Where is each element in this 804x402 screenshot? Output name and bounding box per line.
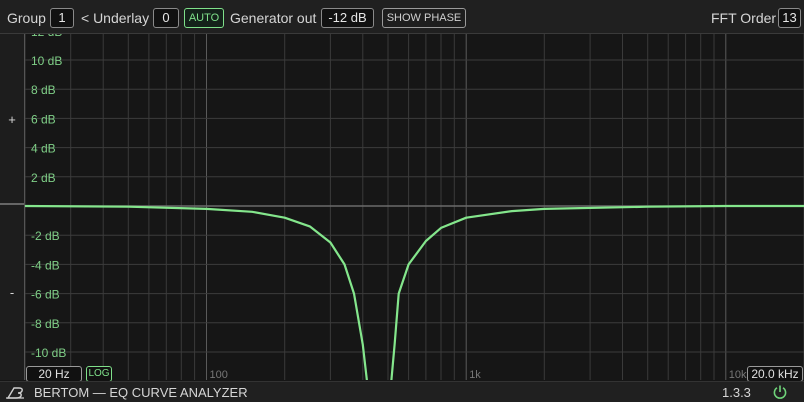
product-title: BERTOM — EQ CURVE ANALYZER (34, 385, 248, 400)
y-tick-label: 8 dB (31, 83, 56, 97)
version-label: 1.3.3 (722, 385, 751, 400)
zoom-out-area[interactable]: - (0, 205, 24, 380)
y-tick-label: 10 dB (31, 54, 62, 68)
underlay-field[interactable]: 0 (153, 8, 179, 28)
y-tick-label: -2 dB (31, 229, 60, 243)
gain-range-strip: + - (0, 34, 25, 380)
y-tick-label: 6 dB (31, 112, 56, 126)
group-field[interactable]: 1 (50, 8, 74, 28)
min-frequency-field[interactable]: 20 Hz (26, 366, 82, 382)
auto-toggle[interactable]: AUTO (184, 8, 224, 28)
y-tick-label: -6 dB (31, 288, 60, 302)
show-phase-button[interactable]: SHOW PHASE (382, 8, 466, 28)
eq-response-curve (25, 204, 804, 380)
footer-bar: BERTOM — EQ CURVE ANALYZER 1.3.3 (0, 381, 804, 402)
power-icon[interactable] (772, 384, 788, 400)
zoom-out-icon[interactable]: - (0, 285, 24, 300)
eq-curve-plot[interactable]: 12 dB 10 dB 8 dB 6 dB 4 dB 2 dB -2 dB -4 dB -6 d… (25, 34, 804, 380)
group-label: Group (7, 10, 46, 26)
bertom-logo-icon (6, 387, 24, 399)
log-scale-toggle[interactable]: LOG (86, 366, 112, 382)
y-tick-label: -10 dB (31, 346, 66, 360)
underlay-label[interactable]: < Underlay (81, 10, 149, 26)
generator-level-field[interactable]: -12 dB (321, 8, 374, 28)
x-tick-label: 10k (729, 369, 747, 380)
zoom-in-area[interactable]: + (0, 34, 24, 205)
x-tick-label: 1k (469, 369, 481, 380)
x-tick-label: 100 (210, 369, 228, 380)
zoom-in-icon[interactable]: + (0, 112, 24, 127)
x-axis-labels: 100 1k 10k (210, 369, 748, 380)
y-tick-label: 2 dB (31, 171, 56, 185)
y-tick-label: 12 dB (31, 34, 62, 39)
fft-order-field[interactable]: 13 (778, 8, 801, 28)
fft-order-label: FFT Order (711, 10, 777, 26)
y-tick-label: -8 dB (31, 317, 60, 331)
y-tick-label: -4 dB (31, 258, 60, 272)
y-axis-labels: 12 dB 10 dB 8 dB 6 dB 4 dB 2 dB -2 dB -4 dB -6 d… (31, 34, 66, 360)
generator-label: Generator out (230, 10, 317, 26)
y-tick-label: 4 dB (31, 142, 56, 156)
max-frequency-field[interactable]: 20.0 kHz (747, 366, 803, 382)
top-toolbar: Group 1 < Underlay 0 AUTO Generator out … (0, 0, 804, 34)
